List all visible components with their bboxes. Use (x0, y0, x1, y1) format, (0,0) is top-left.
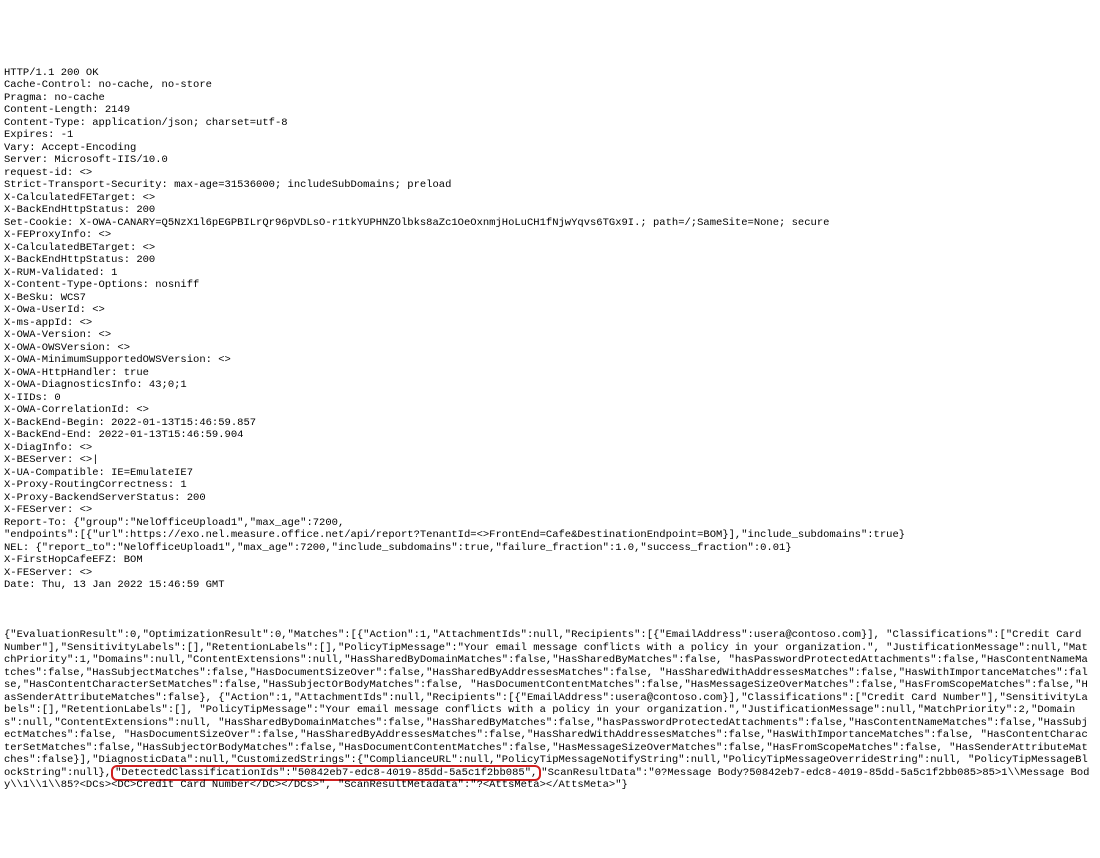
header-line: X-CalculatedFETarget: <> (4, 192, 155, 204)
header-line: X-FEProxyInfo: <> (4, 229, 111, 241)
header-line: Vary: Accept-Encoding (4, 142, 136, 154)
http-response-body: {"EvaluationResult":0,"OptimizationResul… (4, 629, 1094, 792)
header-line: X-FirstHopCafeEFZ: BOM (4, 554, 143, 566)
header-line: Cache-Control: no-cache, no-store (4, 79, 212, 91)
header-line: "endpoints":[{"url":https://exo.nel.meas… (4, 529, 905, 541)
header-line: X-IIDs: 0 (4, 392, 61, 404)
header-line: X-OWA-HttpHandler: true (4, 367, 149, 379)
header-line: X-BackEndHttpStatus: 200 (4, 254, 155, 266)
header-line: X-ms-appId: <> (4, 317, 92, 329)
json-body-pre: {"EvaluationResult":0,"OptimizationResul… (4, 629, 1088, 779)
header-line: Strict-Transport-Security: max-age=31536… (4, 179, 451, 191)
header-line: X-BeSku: WCS7 (4, 292, 86, 304)
header-line: X-FEServer: <> (4, 567, 92, 579)
header-line: Server: Microsoft-IIS/10.0 (4, 154, 168, 166)
header-line: X-OWA-CorrelationId: <> (4, 404, 149, 416)
header-line: NEL: {"report_to":"NelOfficeUpload1","ma… (4, 542, 792, 554)
header-line: Content-Type: application/json; charset=… (4, 117, 288, 129)
header-line: X-Owa-UserId: <> (4, 304, 105, 316)
header-line: request-id: <> (4, 167, 92, 179)
header-line: Pragma: no-cache (4, 92, 105, 104)
header-line: X-BackEnd-Begin: 2022-01-13T15:46:59.857 (4, 417, 256, 429)
header-line: X-DiagInfo: <> (4, 442, 92, 454)
header-line: X-OWA-Version: <> (4, 329, 111, 341)
header-line: Expires: -1 (4, 129, 73, 141)
header-line: X-Proxy-RoutingCorrectness: 1 (4, 479, 187, 491)
header-line: X-RUM-Validated: 1 (4, 267, 117, 279)
http-status-line: HTTP/1.1 200 OK (4, 67, 99, 79)
header-line: X-UA-Compatible: IE=EmulateIE7 (4, 467, 193, 479)
header-line: X-FEServer: <> (4, 504, 92, 516)
header-line: X-BEServer: <>| (4, 454, 99, 466)
header-line: X-OWA-MinimumSupportedOWSVersion: <> (4, 354, 231, 366)
header-line: X-OWA-OWSVersion: <> (4, 342, 130, 354)
header-line: X-CalculatedBETarget: <> (4, 242, 155, 254)
http-response-headers: HTTP/1.1 200 OK Cache-Control: no-cache,… (4, 54, 1096, 592)
header-line: X-BackEnd-End: 2022-01-13T15:46:59.904 (4, 429, 243, 441)
header-line: Content-Length: 2149 (4, 104, 130, 116)
header-line: Report-To: {"group":"NelOfficeUpload1","… (4, 517, 344, 529)
header-line: X-BackEndHttpStatus: 200 (4, 204, 155, 216)
header-line: X-Content-Type-Options: nosniff (4, 279, 199, 291)
header-line: Set-Cookie: X-OWA-CANARY=Q5NzX1l6pEGPBIL… (4, 217, 829, 229)
header-line: X-Proxy-BackendServerStatus: 200 (4, 492, 206, 504)
header-line: Date: Thu, 13 Jan 2022 15:46:59 GMT (4, 579, 225, 591)
blank-separator (4, 604, 1096, 617)
header-line: X-OWA-DiagnosticsInfo: 43;0;1 (4, 379, 187, 391)
